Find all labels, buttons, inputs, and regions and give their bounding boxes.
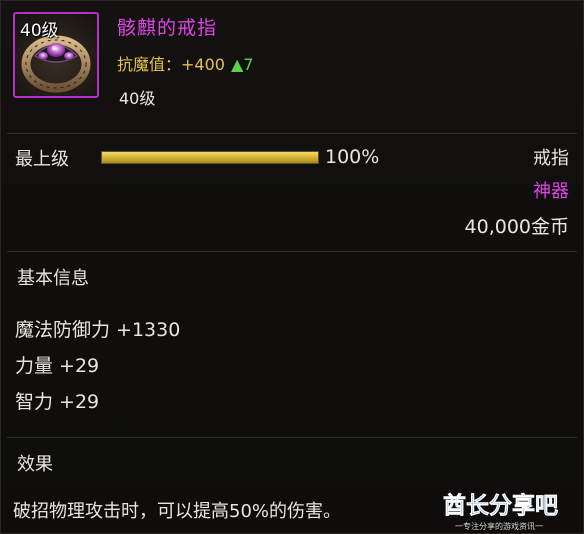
divider — [7, 133, 577, 134]
divider — [7, 251, 577, 252]
resistance-stat: 抗魔值：+400 ▲7 — [117, 51, 253, 75]
item-type: 戒指 — [533, 148, 569, 169]
attribute-intelligence: 智力 +29 — [15, 391, 100, 413]
upgrade-progress-fill — [102, 152, 318, 163]
attribute-magic-defense: 魔法防御力 +1330 — [15, 319, 181, 341]
basic-info-title: 基本信息 — [17, 268, 89, 289]
divider — [7, 437, 577, 438]
watermark-subtitle: 一专注分享的游戏资讯一 — [455, 521, 543, 531]
watermark-logo: 酋长分享吧 一专注分享的游戏资讯一 — [441, 487, 581, 533]
attribute-strength: 力量 +29 — [15, 355, 100, 377]
effect-title: 效果 — [17, 454, 53, 475]
stat-label: 抗魔值： — [117, 55, 182, 74]
item-tooltip: 40级 骸麒的戒指 抗魔值：+400 ▲7 40级 最上级 100% 戒指 神器… — [0, 0, 584, 534]
upgrade-progress-text: 100% — [325, 146, 380, 168]
upgrade-progress-bar — [101, 151, 319, 164]
item-price: 40,000金币 — [464, 216, 569, 238]
stat-increase: ▲7 — [230, 55, 254, 74]
icon-level-label: 40级 — [20, 21, 59, 41]
watermark-graphic: 酋长分享吧 一专注分享的游戏资讯一 — [443, 492, 559, 531]
upgrade-grade-label: 最上级 — [15, 149, 69, 170]
stat-value: +400 — [181, 55, 225, 74]
item-icon-frame[interactable]: 40级 — [13, 12, 99, 98]
required-level: 40级 — [119, 89, 156, 108]
item-name: 骸麒的戒指 — [117, 17, 218, 39]
effect-description: 破招物理攻击时，可以提高50%的伤害。 — [13, 501, 342, 522]
watermark-title: 酋长分享吧 — [443, 492, 558, 519]
item-rarity: 神器 — [533, 181, 569, 202]
